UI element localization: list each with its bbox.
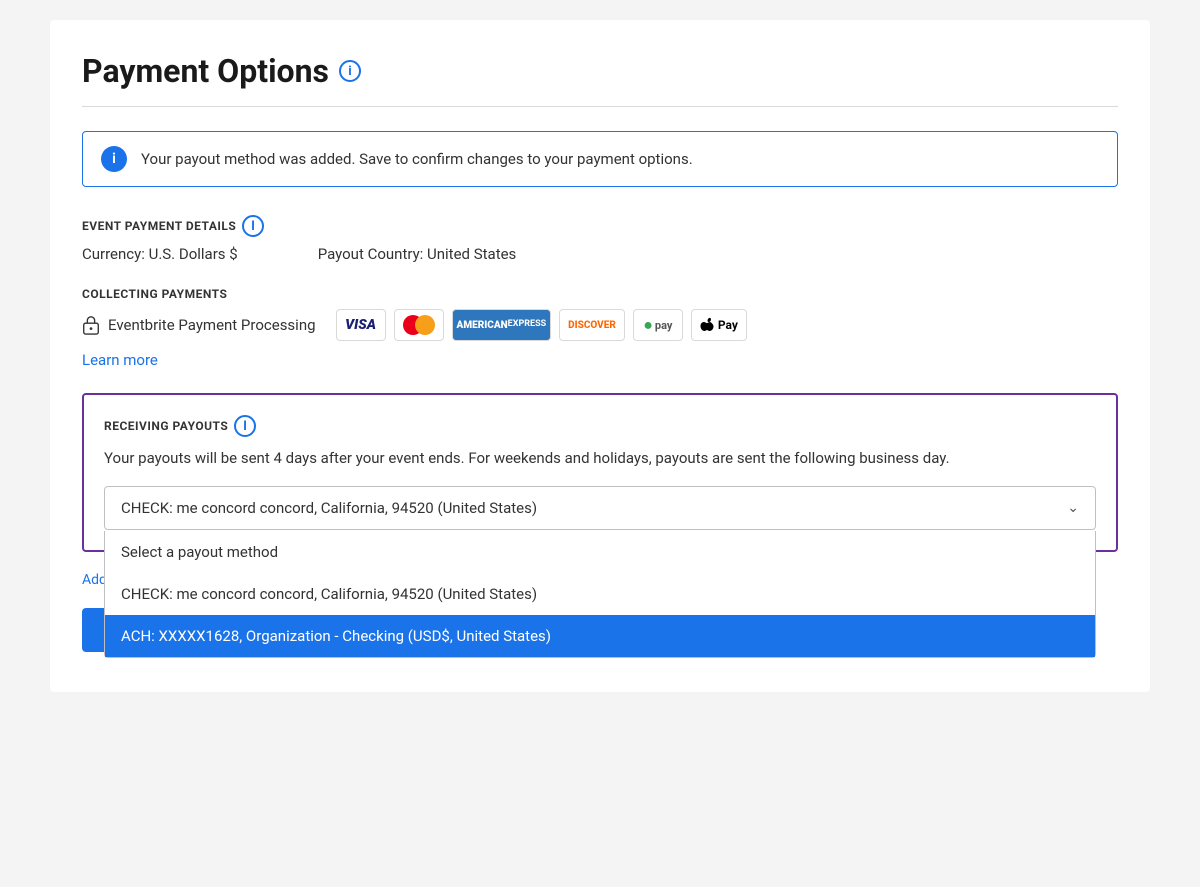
collecting-payments-row: Eventbrite Payment Processing VISA AMERI… xyxy=(82,309,1118,341)
event-payment-details-section: EVENT PAYMENT DETAILS i Currency: U.S. D… xyxy=(82,215,1118,263)
notification-text: Your payout method was added. Save to co… xyxy=(141,150,693,168)
dropdown-option-ach[interactable]: ACH: XXXXX1628, Organization - Checking … xyxy=(105,615,1095,657)
provider-label: Eventbrite Payment Processing xyxy=(108,316,316,334)
collecting-payments-section: COLLECTING PAYMENTS Eventbrite Payment P… xyxy=(82,287,1118,369)
applepay-card-icon: Pay xyxy=(691,309,747,341)
discover-card-icon: DISCOVER xyxy=(559,309,625,341)
mastercard-card-icon xyxy=(394,309,444,341)
receiving-payouts-label: RECEIVING PAYOUTS i xyxy=(104,415,1096,437)
payout-method-dropdown-list: Select a payout method CHECK: me concord… xyxy=(104,531,1096,658)
page-title: Payment Options xyxy=(82,52,329,90)
receiving-payouts-info-icon[interactable]: i xyxy=(234,415,256,437)
currency-label: Currency: U.S. Dollars $ xyxy=(82,245,238,263)
payment-details-row: Currency: U.S. Dollars $ Payout Country:… xyxy=(82,245,1118,263)
payout-description: Your payouts will be sent 4 days after y… xyxy=(104,447,1096,470)
dropdown-option-check[interactable]: CHECK: me concord concord, California, 9… xyxy=(105,573,1095,615)
payout-country-label: Payout Country: United States xyxy=(318,245,517,263)
page-title-row: Payment Options i xyxy=(82,52,1118,90)
visa-card-icon: VISA xyxy=(336,309,386,341)
event-payment-details-info-icon[interactable]: i xyxy=(242,215,264,237)
amex-card-icon: AMERICAN EXPRESS xyxy=(452,309,552,341)
learn-more-link[interactable]: Learn more xyxy=(82,351,158,369)
title-divider xyxy=(82,106,1118,107)
notification-info-icon: i xyxy=(101,146,127,172)
page-title-info-icon[interactable]: i xyxy=(339,60,361,82)
lock-icon xyxy=(82,315,100,335)
payment-cards: VISA AMERICAN EXPRESS DISCOVER ●p xyxy=(336,309,747,341)
dropdown-selected-value: CHECK: me concord concord, California, 9… xyxy=(121,499,537,517)
payout-method-dropdown-wrapper: CHECK: me concord concord, California, 9… xyxy=(104,486,1096,530)
dropdown-option-placeholder[interactable]: Select a payout method xyxy=(105,531,1095,573)
notification-banner: i Your payout method was added. Save to … xyxy=(82,131,1118,187)
receiving-payouts-section: RECEIVING PAYOUTS i Your payouts will be… xyxy=(82,393,1118,552)
provider-label-row: Eventbrite Payment Processing xyxy=(82,315,316,335)
page-container: Payment Options i i Your payout method w… xyxy=(50,20,1150,692)
event-payment-details-label: EVENT PAYMENT DETAILS i xyxy=(82,215,1118,237)
chevron-down-icon: ⌄ xyxy=(1067,500,1079,516)
payout-method-dropdown[interactable]: CHECK: me concord concord, California, 9… xyxy=(104,486,1096,530)
collecting-payments-label: COLLECTING PAYMENTS xyxy=(82,287,1118,301)
gpay-card-icon: ●pay xyxy=(633,309,683,341)
